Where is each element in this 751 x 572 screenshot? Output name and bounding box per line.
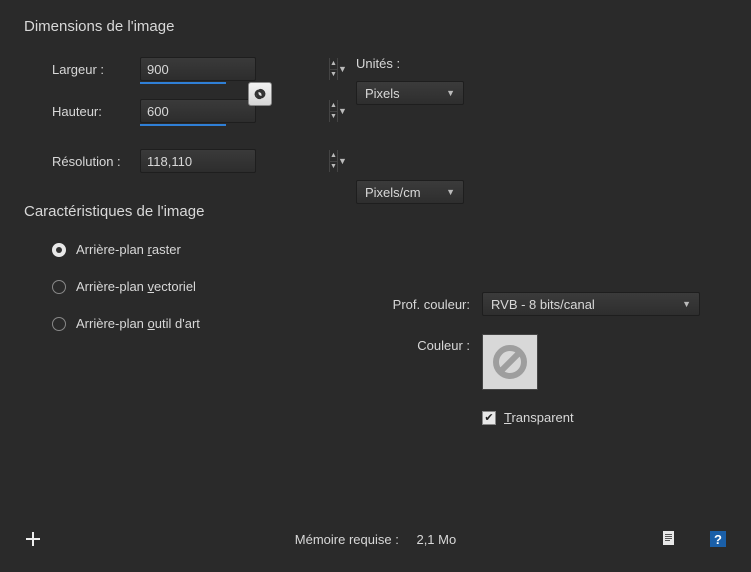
characteristics-title: Caractéristiques de l'image [24,203,735,220]
units-value: Pixels [365,86,400,101]
transparent-checkbox[interactable]: ✔ [482,411,496,425]
units-label: Unités : [356,56,464,71]
dimensions-title: Dimensions de l'image [24,18,735,35]
width-step-up-icon[interactable]: ▲ [330,58,337,70]
height-input[interactable] [141,100,329,122]
depth-dropdown[interactable]: RVB - 8 bits/canal ▼ [482,292,700,316]
transparent-label: Transparent [504,410,574,425]
radio-icon [52,280,66,294]
resolution-units-block: Pixels/cm ▼ [356,180,464,204]
radio-bg-art-label: Arrière-plan outil d'art [76,316,200,331]
memory-required: Mémoire requise : 2,1 Mo [295,532,456,547]
preset-icon[interactable] [661,530,679,548]
characteristics-right: Prof. couleur: RVB - 8 bits/canal ▼ Coul… [360,292,700,425]
resolution-spinner[interactable]: ▲ ▼ ▼ [140,149,256,173]
color-swatch[interactable] [482,334,538,390]
resolution-input[interactable] [141,150,329,172]
svg-text:?: ? [714,532,722,547]
width-step-down-icon[interactable]: ▼ [330,70,337,81]
depth-label: Prof. couleur: [360,297,470,312]
radio-icon [52,243,66,257]
width-label: Largeur : [52,62,140,77]
height-label: Hauteur: [52,104,140,119]
memory-value: 2,1 Mo [416,532,456,547]
resolution-preset-dropdown-icon[interactable]: ▼ [337,150,347,172]
help-icon[interactable]: ? [709,530,727,548]
width-preset-dropdown-icon[interactable]: ▼ [337,58,347,80]
width-input[interactable] [141,58,329,80]
height-spinner[interactable]: ▲ ▼ ▼ [140,99,256,123]
add-icon[interactable] [24,530,42,548]
chevron-down-icon: ▼ [446,88,455,98]
height-step-down-icon[interactable]: ▼ [330,112,337,123]
radio-bg-raster-label: Arrière-plan raster [76,242,181,257]
link-dimensions-icon[interactable] [248,82,272,106]
radio-bg-vector-label: Arrière-plan vectoriel [76,279,196,294]
units-block: Unités : Pixels ▼ [356,56,464,105]
memory-label: Mémoire requise : [295,532,399,547]
depth-value: RVB - 8 bits/canal [491,297,595,312]
color-label: Couleur : [360,334,470,353]
resolution-units-value: Pixels/cm [365,185,421,200]
resolution-step-up-icon[interactable]: ▲ [330,150,337,162]
no-color-icon [490,342,530,382]
resolution-step-down-icon[interactable]: ▼ [330,162,337,173]
resolution-row: Résolution : ▲ ▼ ▼ [24,149,735,173]
chevron-down-icon: ▼ [446,187,455,197]
chevron-down-icon: ▼ [682,299,691,309]
resolution-label: Résolution : [52,154,140,169]
resolution-units-dropdown[interactable]: Pixels/cm ▼ [356,180,464,204]
width-spinner[interactable]: ▲ ▼ ▼ [140,57,256,81]
footer: Mémoire requise : 2,1 Mo ? [0,530,751,548]
height-preset-dropdown-icon[interactable]: ▼ [337,100,347,122]
height-step-up-icon[interactable]: ▲ [330,100,337,112]
radio-bg-raster[interactable]: Arrière-plan raster [24,242,735,257]
units-dropdown[interactable]: Pixels ▼ [356,81,464,105]
radio-icon [52,317,66,331]
